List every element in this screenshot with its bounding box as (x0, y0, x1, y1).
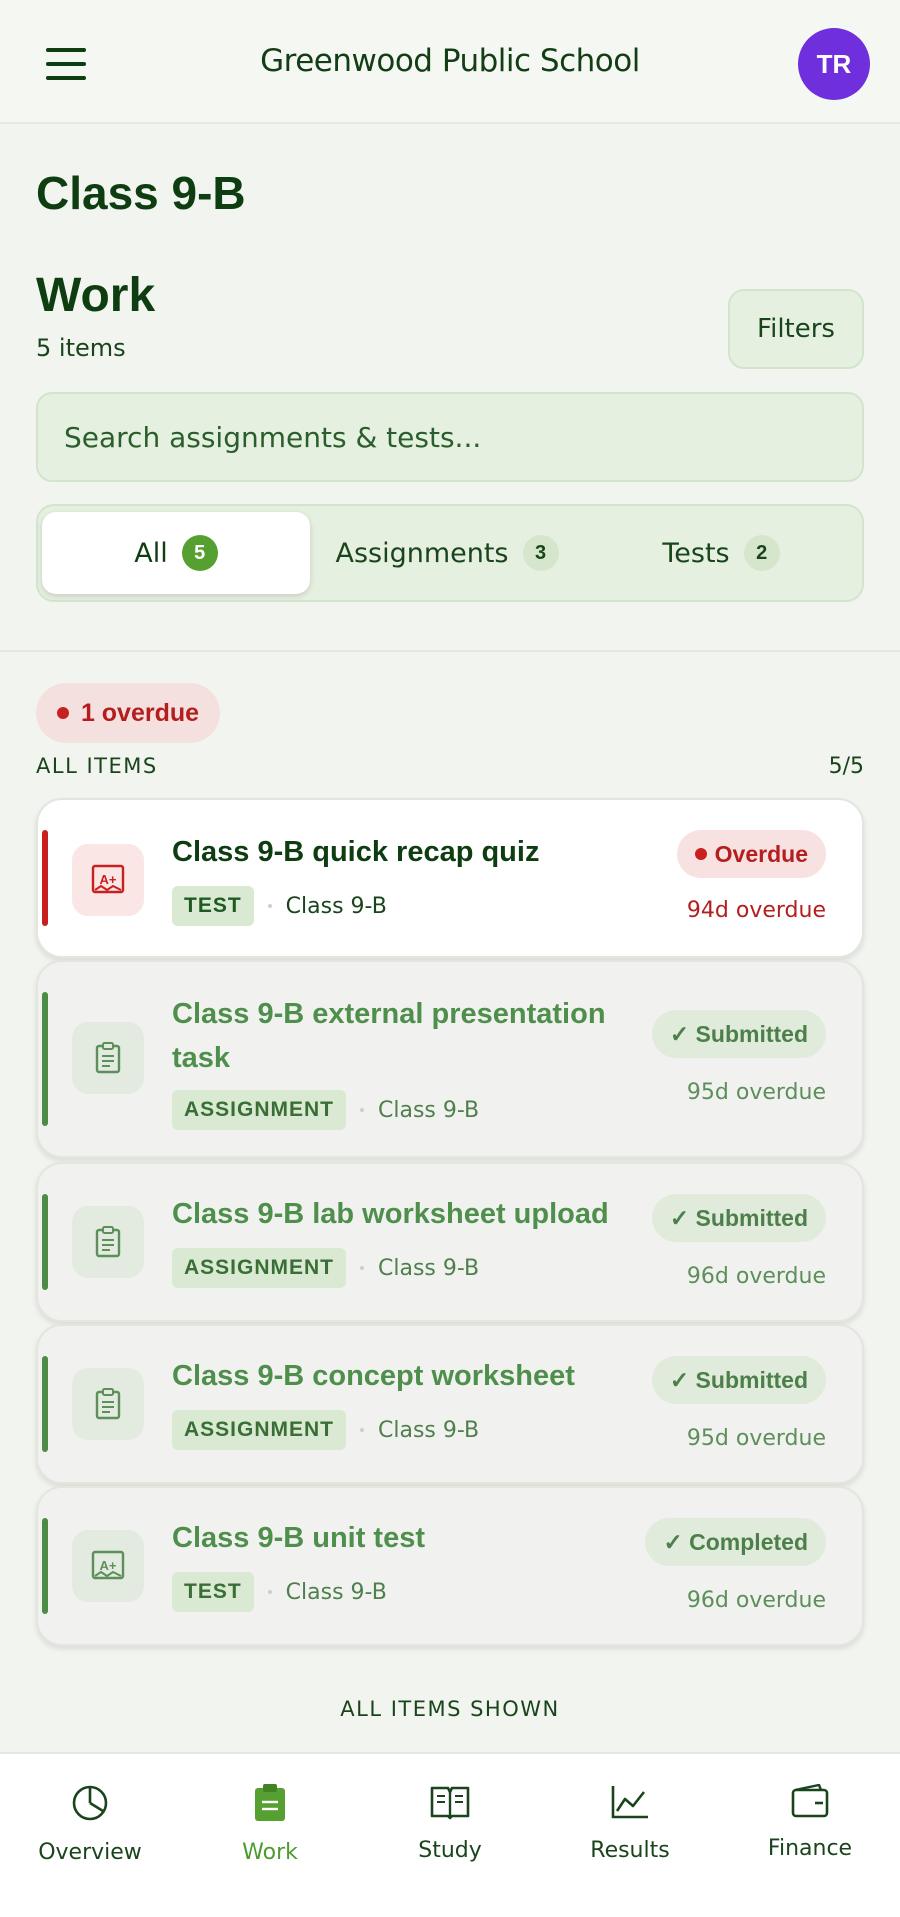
filters-button[interactable]: Filters (728, 289, 864, 369)
end-of-list-label: ALL ITEMS SHOWN (340, 1697, 560, 1721)
search-input[interactable]: Search assignments & tests... (36, 392, 864, 482)
filter-tabs: All 5 Assignments 3 Tests 2 (36, 504, 864, 602)
nav-label: Work (242, 1840, 298, 1865)
tab-label: Tests (662, 537, 730, 569)
status-accent-bar (42, 992, 48, 1126)
work-card[interactable]: A+ Class 9-B unit test TEST Class 9-B ✓ … (36, 1486, 864, 1646)
alert-dot-icon (694, 848, 707, 860)
status-accent-bar (42, 830, 48, 926)
nav-item-finance[interactable]: Finance (720, 1754, 900, 1917)
status-badge: Overdue (676, 830, 826, 878)
overdue-chip-label: 1 overdue (80, 698, 200, 727)
due-text: 94d overdue (686, 898, 826, 923)
work-meta: TEST Class 9-B (172, 886, 387, 926)
tab-count-badge: 2 (743, 535, 780, 571)
class-label: Class 9-B (378, 1097, 480, 1123)
work-title: Class 9-B quick recap quiz (172, 836, 540, 868)
meta-separator (267, 904, 272, 908)
nav-label: Finance (767, 1836, 853, 1861)
svg-text:A+: A+ (100, 1558, 117, 1573)
class-label: Class 9-B (378, 1255, 480, 1281)
status-accent-bar (42, 1518, 48, 1614)
tab-label: All (134, 537, 168, 569)
due-text: 96d overdue (686, 1264, 826, 1289)
list-label: ALL ITEMS (36, 754, 158, 778)
nav-label: Results (590, 1838, 670, 1863)
pie-chart-icon (72, 1785, 108, 1821)
meta-separator (360, 1266, 365, 1270)
work-card[interactable]: Class 9-B concept worksheet ASSIGNMENT C… (36, 1324, 864, 1484)
work-card[interactable]: Class 9-B external presentation task ASS… (36, 960, 864, 1158)
alert-dot-icon (56, 707, 69, 719)
page-title: Class 9-B (36, 167, 246, 219)
type-tag: ASSIGNMENT (172, 1090, 347, 1130)
tab-all[interactable]: All 5 (42, 512, 310, 594)
clipboard-icon (72, 1022, 144, 1094)
work-title: Class 9-B concept worksheet (172, 1360, 575, 1392)
class-label: Class 9-B (285, 1579, 387, 1605)
work-meta: ASSIGNMENT Class 9-B (172, 1248, 479, 1288)
work-title: Class 9-B external presentation task (172, 998, 606, 1074)
meta-separator (360, 1108, 365, 1112)
due-text: 95d overdue (686, 1080, 826, 1105)
list-count: 5/5 (828, 754, 864, 779)
nav-item-overview[interactable]: Overview (0, 1754, 180, 1917)
clipboard-icon (72, 1368, 144, 1440)
status-badge: ✓ Submitted (651, 1356, 826, 1404)
class-label: Class 9-B (378, 1417, 480, 1443)
overdue-chip[interactable]: 1 overdue (36, 683, 220, 743)
menu-icon[interactable] (46, 48, 86, 80)
type-tag: TEST (172, 886, 254, 926)
nav-item-results[interactable]: Results (540, 1754, 720, 1917)
type-tag: TEST (172, 1572, 254, 1612)
tab-label: Assignments (335, 537, 509, 569)
meta-separator (360, 1428, 365, 1432)
test-grade-icon: A+ (72, 844, 144, 916)
app-title: Greenwood Public School (260, 43, 640, 79)
nav-label: Study (418, 1838, 482, 1863)
work-meta: TEST Class 9-B (172, 1572, 387, 1612)
clipboard-icon (72, 1206, 144, 1278)
section-title: Work (36, 269, 156, 322)
tab-tests[interactable]: Tests 2 (584, 512, 858, 594)
tab-count-badge: 5 (181, 535, 218, 571)
line-chart-icon (611, 1786, 648, 1819)
class-label: Class 9-B (285, 893, 387, 919)
nav-item-work[interactable]: Work (180, 1754, 360, 1917)
bottom-nav: Overview Work Study Results Finance (0, 1752, 900, 1917)
work-card[interactable]: Class 9-B lab worksheet upload ASSIGNMEN… (36, 1162, 864, 1322)
status-accent-bar (42, 1194, 48, 1290)
book-icon (430, 1786, 470, 1820)
app-header: Greenwood Public School TR (0, 0, 900, 124)
work-title: Class 9-B unit test (172, 1522, 425, 1554)
nav-item-study[interactable]: Study (360, 1754, 540, 1917)
status-badge: ✓ Submitted (651, 1010, 826, 1058)
test-grade-icon: A+ (72, 1530, 144, 1602)
work-card[interactable]: A+ Class 9-B quick recap quiz TEST Class… (36, 798, 864, 958)
section-divider (0, 650, 900, 652)
item-count: 5 items (36, 334, 126, 362)
status-label: Overdue (714, 840, 808, 867)
clipboard-icon (255, 1784, 285, 1821)
type-tag: ASSIGNMENT (172, 1410, 347, 1450)
due-text: 96d overdue (686, 1588, 826, 1613)
wallet-icon (791, 1784, 829, 1818)
tab-count-badge: 3 (522, 535, 559, 571)
status-accent-bar (42, 1356, 48, 1452)
meta-separator (267, 1590, 272, 1594)
work-title: Class 9-B lab worksheet upload (172, 1198, 609, 1230)
due-text: 95d overdue (686, 1426, 826, 1451)
svg-text:A+: A+ (100, 872, 117, 887)
status-badge: ✓ Completed (645, 1518, 826, 1566)
avatar[interactable]: TR (798, 28, 870, 100)
nav-label: Overview (38, 1840, 142, 1865)
work-meta: ASSIGNMENT Class 9-B (172, 1410, 479, 1450)
tab-assignments[interactable]: Assignments 3 (310, 512, 584, 594)
type-tag: ASSIGNMENT (172, 1248, 347, 1288)
work-meta: ASSIGNMENT Class 9-B (172, 1090, 479, 1130)
status-badge: ✓ Submitted (651, 1194, 826, 1242)
